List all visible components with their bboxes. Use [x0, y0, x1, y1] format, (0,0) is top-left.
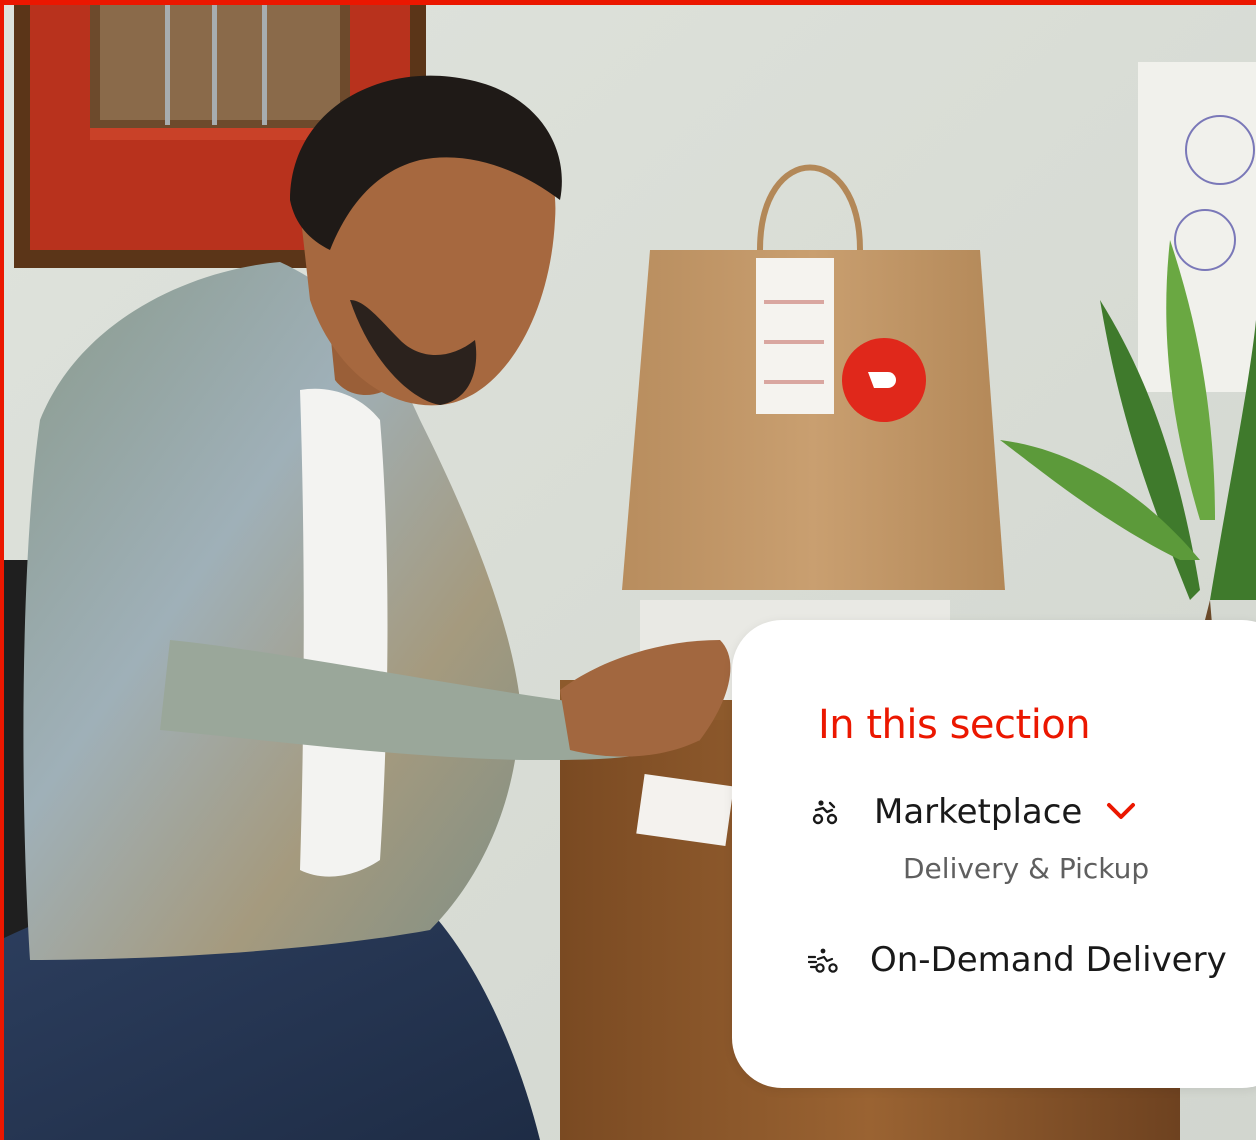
- in-this-section-card: In this section Marketplace Delivery & P…: [732, 620, 1256, 1088]
- page: In this section Marketplace Delivery & P…: [0, 0, 1256, 1140]
- left-accent-bar: [0, 0, 4, 1140]
- section-title: In this section: [818, 702, 1091, 748]
- top-accent-bar: [0, 0, 1256, 5]
- scooter-people-icon: [812, 799, 838, 825]
- nav-item-marketplace[interactable]: Marketplace: [812, 790, 1136, 834]
- subnav-item-delivery-pickup[interactable]: Delivery & Pickup: [903, 852, 1149, 885]
- nav-item-on-demand-delivery[interactable]: On-Demand Delivery: [808, 938, 1227, 982]
- nav-label-marketplace: Marketplace: [874, 792, 1083, 832]
- chevron-down-icon[interactable]: [1106, 802, 1136, 822]
- fast-scooter-icon: [808, 947, 838, 973]
- nav-label-on-demand-delivery: On-Demand Delivery: [870, 940, 1227, 980]
